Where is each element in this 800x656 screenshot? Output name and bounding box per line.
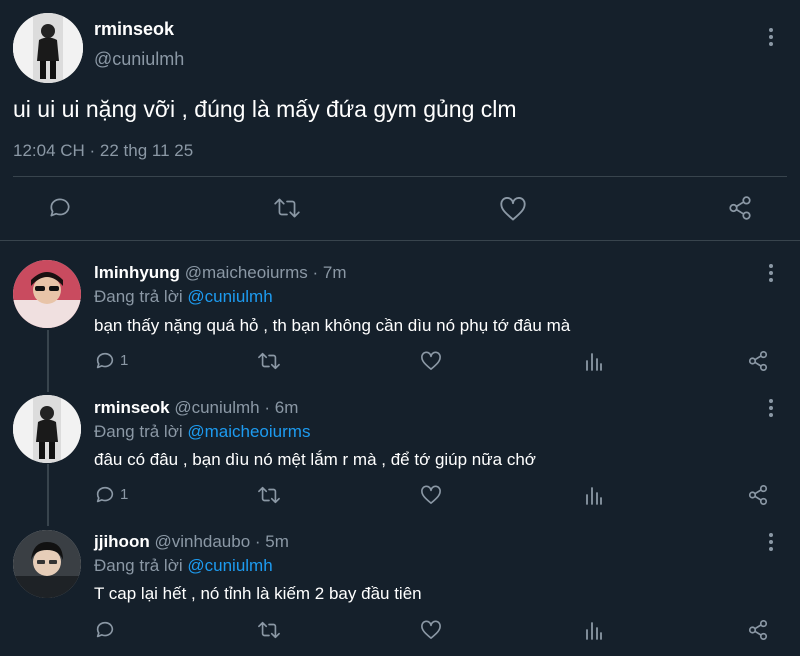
reply-author-handle[interactable]: @vinhdaubo xyxy=(154,532,250,551)
more-options-icon[interactable] xyxy=(768,28,774,46)
views-icon[interactable] xyxy=(585,620,603,640)
retweet-icon[interactable] xyxy=(257,350,281,372)
like-icon[interactable] xyxy=(420,351,442,371)
reply-avatar[interactable] xyxy=(13,530,81,598)
reply-avatar[interactable] xyxy=(13,260,81,328)
reply-tweet[interactable]: jjihoon @vinhdaubo · 5m Đang trả lời @cu… xyxy=(0,520,800,656)
reply-icon[interactable] xyxy=(94,350,116,372)
reply-tweet[interactable]: rminseok @cuniulmh · 6m Đang trả lời @ma… xyxy=(0,385,800,515)
replying-to-link[interactable]: @cuniulmh xyxy=(187,556,272,575)
author-avatar[interactable] xyxy=(13,13,83,83)
retweet-icon[interactable] xyxy=(257,619,281,641)
reply-text: bạn thấy nặng quá hỏ , th bạn không cần … xyxy=(94,316,571,335)
retweet-icon[interactable] xyxy=(257,484,281,506)
reply-author-name[interactable]: jjihoon xyxy=(94,532,150,551)
reply-time: · 7m xyxy=(312,263,347,282)
share-icon[interactable] xyxy=(747,484,769,506)
main-tweet: rminseok @cuniulmh ui ui ui nặng vỡi , đ… xyxy=(0,0,800,241)
share-icon[interactable] xyxy=(727,195,753,221)
views-icon[interactable] xyxy=(585,485,603,505)
reply-text: T cap lại hết , nó tỉnh là kiếm 2 bay đầ… xyxy=(94,584,422,603)
reply-tweet[interactable]: lminhyung @maicheoiurms · 7m Đang trả lờ… xyxy=(0,250,800,380)
reply-icon[interactable] xyxy=(94,619,116,641)
retweet-icon[interactable] xyxy=(273,195,301,221)
author-name[interactable]: rminseok xyxy=(94,19,174,40)
reply-time: · 5m xyxy=(254,532,289,551)
tweet-timestamp: 12:04 CH · 22 thg 11 25 xyxy=(13,141,194,160)
replying-to-link[interactable]: @cuniulmh xyxy=(187,287,272,306)
more-options-icon[interactable] xyxy=(768,399,774,417)
reply-icon[interactable] xyxy=(47,195,73,221)
like-icon[interactable] xyxy=(420,485,442,505)
like-icon[interactable] xyxy=(420,620,442,640)
replying-label: Đang trả lời xyxy=(94,287,183,306)
share-icon[interactable] xyxy=(747,619,769,641)
replying-to-link[interactable]: @maicheoiurms xyxy=(187,422,310,441)
views-icon[interactable] xyxy=(585,351,603,371)
divider xyxy=(13,176,787,177)
more-options-icon[interactable] xyxy=(768,264,774,282)
reply-author-name[interactable]: lminhyung xyxy=(94,263,180,282)
reply-author-handle[interactable]: @maicheoiurms xyxy=(185,263,308,282)
replying-label: Đang trả lời xyxy=(94,556,183,575)
reply-author-name[interactable]: rminseok xyxy=(94,398,170,417)
tweet-text: ui ui ui nặng vỡi , đúng là mấy đứa gym … xyxy=(13,96,517,122)
reply-time: · 6m xyxy=(264,398,299,417)
reply-author-handle[interactable]: @cuniulmh xyxy=(174,398,259,417)
divider xyxy=(0,240,800,241)
more-options-icon[interactable] xyxy=(768,533,774,551)
reply-count: 1 xyxy=(120,352,129,369)
reply-text: đâu có đâu , bạn dìu nó mệt lắm r mà , đ… xyxy=(94,450,536,469)
author-handle[interactable]: @cuniulmh xyxy=(94,49,184,70)
replying-label: Đang trả lời xyxy=(94,422,183,441)
reply-icon[interactable] xyxy=(94,484,116,506)
share-icon[interactable] xyxy=(747,350,769,372)
like-icon[interactable] xyxy=(499,196,527,222)
reply-avatar[interactable] xyxy=(13,395,81,463)
reply-count: 1 xyxy=(120,486,129,503)
